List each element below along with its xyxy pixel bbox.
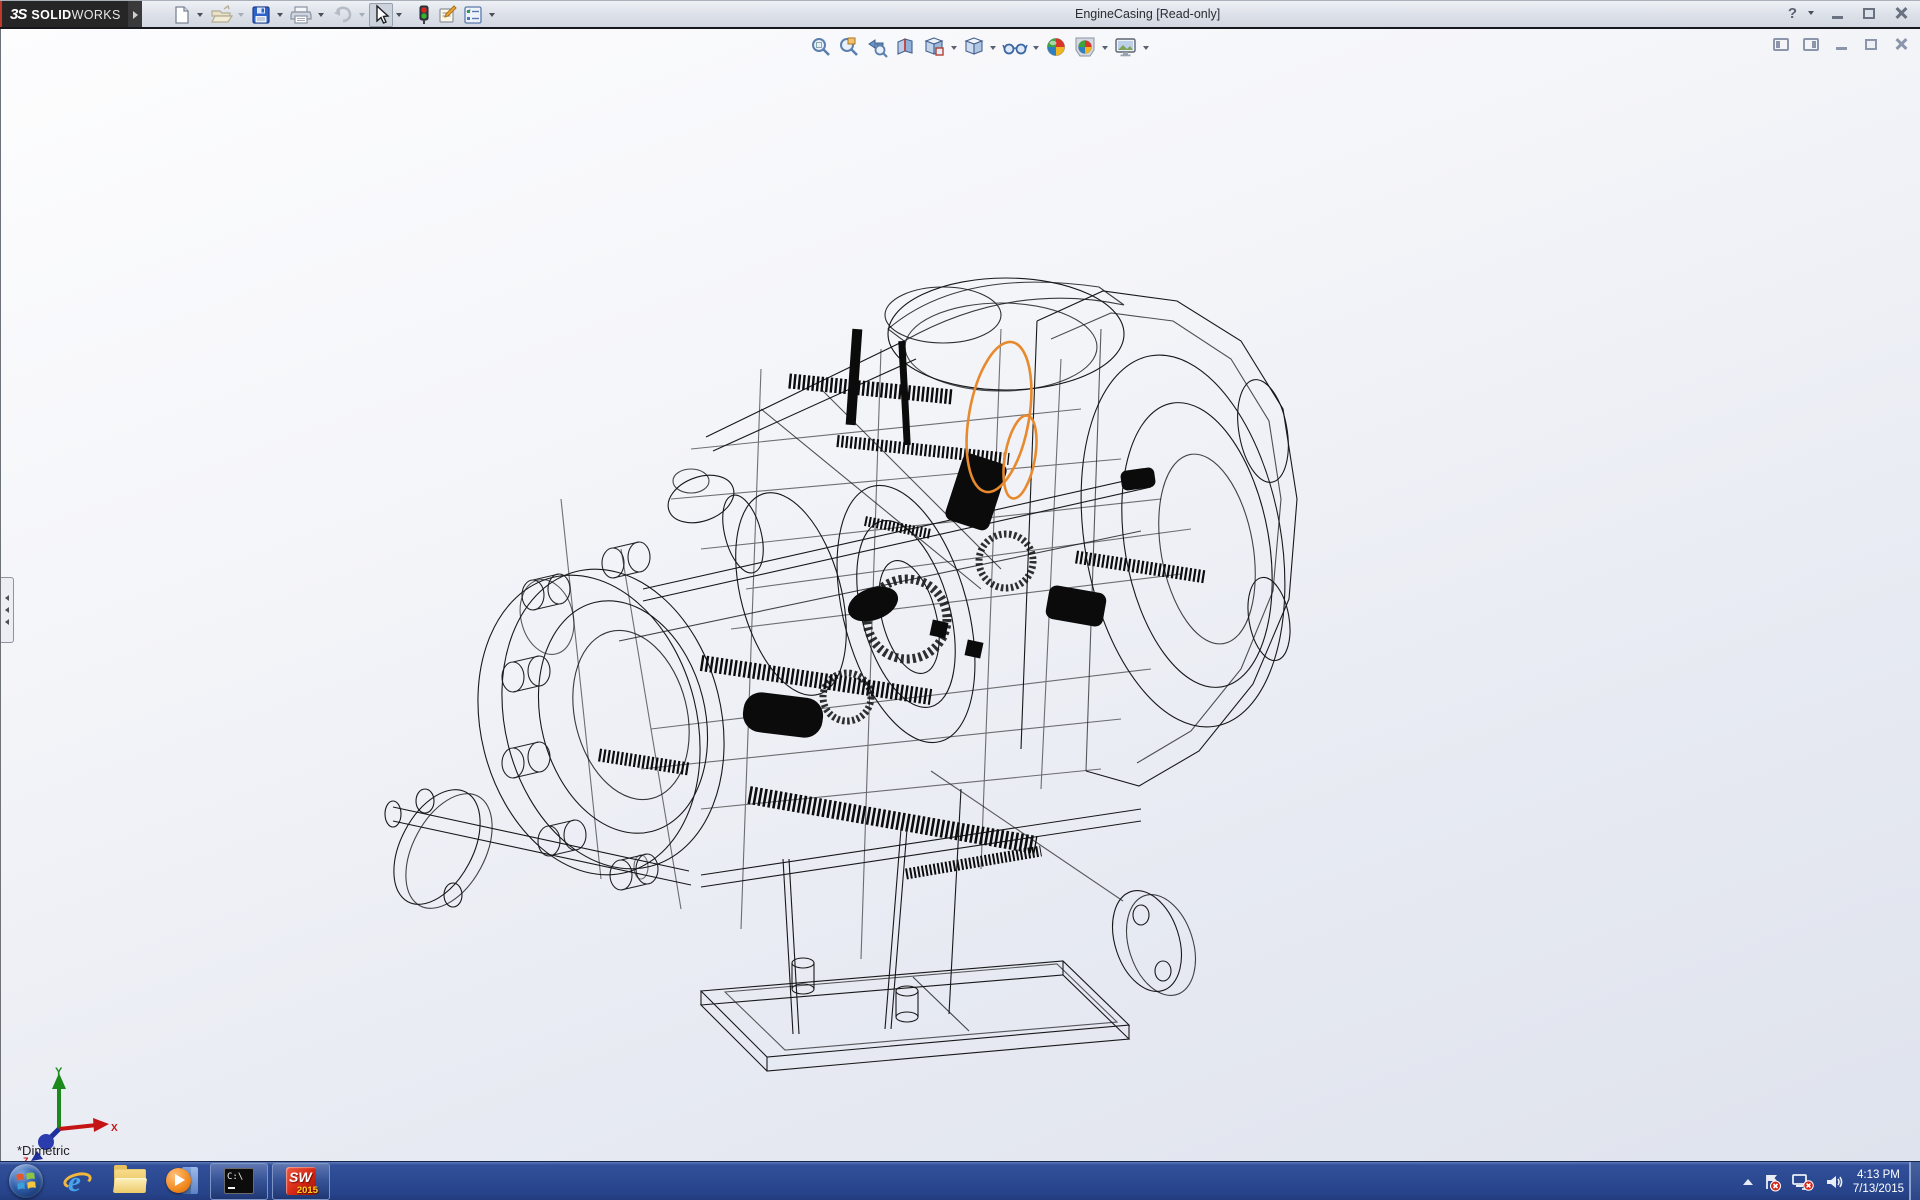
- dassault-3ds-mark: 3S: [10, 6, 26, 23]
- help-dropdown[interactable]: [1808, 11, 1814, 15]
- taskbar-windows-explorer[interactable]: [104, 1162, 156, 1200]
- brand-name-light: WORKS: [72, 8, 121, 22]
- print-button[interactable]: [287, 3, 315, 27]
- system-tray: 4:13 PM 7/13/2015: [1743, 1162, 1908, 1200]
- clock-date: 7/13/2015: [1853, 1182, 1904, 1196]
- print-dropdown[interactable]: [318, 13, 324, 17]
- undo-button[interactable]: [328, 3, 356, 27]
- command-prompt-icon: C:\: [224, 1168, 254, 1194]
- model-wireframe-engine-casing[interactable]: [1, 29, 1920, 1161]
- taskbar-internet-explorer[interactable]: e: [52, 1162, 104, 1200]
- options-button[interactable]: [460, 3, 486, 27]
- media-player-icon: [166, 1166, 198, 1196]
- undo-icon: [331, 5, 353, 25]
- solidworks-app-window: 3S SOLIDWORKS: [0, 0, 1920, 1200]
- open-document-dropdown[interactable]: [238, 13, 244, 17]
- options-checklist-icon: [463, 5, 483, 25]
- menu-flyout-button[interactable]: [128, 1, 142, 28]
- show-hidden-icons-button[interactable]: [1743, 1179, 1753, 1185]
- solidworks-logo[interactable]: 3S SOLIDWORKS: [0, 1, 128, 28]
- right-bracket[interactable]: [931, 771, 1208, 1004]
- app-restore-button[interactable]: [1856, 4, 1882, 22]
- taskbar-left: e C:\ SW 2015: [0, 1162, 332, 1200]
- upper-housing[interactable]: [706, 278, 1124, 451]
- flyout-arrow-icon: [133, 11, 138, 19]
- graphics-viewport[interactable]: Y X Z *Dimetric: [0, 29, 1920, 1161]
- brand-name: SOLIDWORKS: [31, 8, 120, 22]
- folder-icon: [114, 1169, 146, 1193]
- windows-start-orb-icon: [9, 1164, 43, 1198]
- file-properties-button[interactable]: [434, 3, 460, 27]
- close-icon: [1895, 7, 1907, 19]
- triad-x-label: X: [111, 1123, 118, 1134]
- left-flange[interactable]: [447, 467, 754, 899]
- save-dropdown[interactable]: [277, 13, 283, 17]
- bell-housing[interactable]: [1021, 291, 1312, 786]
- tie-rod-and-left-bracket[interactable]: [376, 775, 691, 922]
- save-button[interactable]: [248, 3, 274, 27]
- print-icon: [290, 5, 312, 25]
- base-plate[interactable]: [701, 789, 1129, 1071]
- open-document-button[interactable]: [207, 3, 235, 27]
- help-icon[interactable]: ?: [1786, 5, 1799, 22]
- new-document-button[interactable]: [168, 3, 194, 27]
- open-document-icon: [210, 5, 232, 25]
- undo-dropdown[interactable]: [359, 13, 365, 17]
- brand-name-bold: SOLID: [31, 8, 71, 22]
- springs-and-threaded-shafts[interactable]: [599, 381, 1206, 874]
- windows-taskbar: e C:\ SW 2015: [0, 1161, 1920, 1200]
- file-properties-icon: [437, 5, 457, 25]
- solidworks-2015-icon: SW 2015: [286, 1167, 316, 1195]
- select-tool-button[interactable]: [369, 3, 393, 27]
- title-bar: 3S SOLIDWORKS: [0, 0, 1920, 27]
- select-cursor-icon: [372, 5, 390, 25]
- app-minimize-button[interactable]: [1824, 4, 1850, 22]
- select-tool-dropdown[interactable]: [396, 13, 402, 17]
- new-document-dropdown[interactable]: [197, 13, 203, 17]
- taskbar-command-prompt[interactable]: C:\: [210, 1163, 268, 1200]
- new-document-icon: [171, 5, 191, 25]
- triad-x-arrow: [93, 1118, 109, 1132]
- internet-explorer-icon: e: [63, 1166, 93, 1196]
- main-toolbar: [168, 1, 499, 28]
- view-orientation-label: *Dimetric: [17, 1143, 70, 1158]
- save-icon: [251, 5, 271, 25]
- action-center-flag-icon[interactable]: [1762, 1172, 1782, 1192]
- rebuild-button[interactable]: [414, 3, 434, 27]
- options-dropdown[interactable]: [489, 13, 495, 17]
- taskbar-clock[interactable]: 4:13 PM 7/13/2015: [1853, 1168, 1908, 1196]
- start-button[interactable]: [0, 1162, 52, 1200]
- document-title: EngineCasing [Read-only]: [1075, 7, 1220, 21]
- taskbar-media-player[interactable]: [156, 1162, 208, 1200]
- show-desktop-button[interactable]: [1909, 1162, 1920, 1200]
- logo-accent-stripe: [0, 1, 2, 28]
- volume-icon[interactable]: [1824, 1172, 1844, 1192]
- app-close-button[interactable]: [1888, 4, 1914, 22]
- minimize-icon: [1832, 16, 1843, 19]
- app-window-controls: ?: [1786, 4, 1914, 22]
- restore-icon: [1863, 8, 1875, 19]
- network-status-error-icon[interactable]: [1791, 1172, 1815, 1192]
- clock-time: 4:13 PM: [1853, 1168, 1904, 1182]
- triad-y-label: Y: [55, 1066, 63, 1078]
- traffic-light-icon: [417, 5, 431, 25]
- taskbar-solidworks-2015[interactable]: SW 2015: [272, 1163, 330, 1200]
